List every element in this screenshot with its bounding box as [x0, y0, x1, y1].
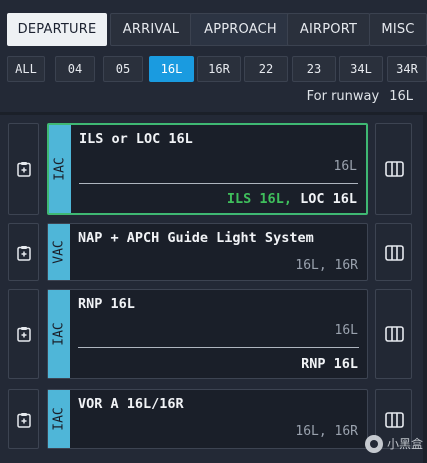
- procedure-card[interactable]: IAC VOR A 16L/16R 16L, 16R: [47, 389, 368, 449]
- clipboard-button[interactable]: [8, 389, 39, 449]
- divider: [0, 112, 427, 115]
- runway-chip-05[interactable]: 05: [103, 56, 143, 82]
- clipboard-icon: [17, 413, 31, 428]
- watermark-logo-icon: [364, 435, 383, 453]
- divider: [79, 183, 358, 184]
- chart-type-band: IAC: [48, 390, 70, 448]
- runway-chip-34l[interactable]: 34L: [339, 56, 383, 82]
- clipboard-button[interactable]: [8, 289, 39, 379]
- procedure-loc: LOC 16L: [300, 191, 357, 207]
- scrollbar[interactable]: [423, 115, 427, 463]
- clipboard-icon: [17, 162, 31, 177]
- for-runway-label: For runway: [306, 89, 380, 104]
- watermark: 小黑盒: [364, 435, 423, 453]
- category-tabs: DEPARTURE ARRIVAL APPROACH AIRPORT MISC: [7, 13, 427, 46]
- runway-chip-04[interactable]: 04: [55, 56, 95, 82]
- clipboard-button[interactable]: [8, 123, 39, 215]
- runway-chip-16l[interactable]: 16L: [149, 56, 194, 82]
- procedure-runways: 16L, 16R: [295, 258, 358, 273]
- divider: [78, 347, 359, 348]
- chart-type-band: IAC: [49, 125, 71, 213]
- procedure-runways: 16L: [334, 323, 358, 338]
- watermark-text: 小黑盒: [386, 436, 423, 451]
- clipboard-button[interactable]: [8, 223, 39, 281]
- chart-type-band: IAC: [48, 290, 70, 378]
- procedure-title: RNP 16L: [78, 296, 135, 312]
- procedure-ils: ILS 16L,: [226, 191, 292, 207]
- book-icon: [385, 326, 404, 342]
- open-chart-button[interactable]: [375, 223, 412, 281]
- procedure-title: VOR A 16L/16R: [78, 396, 184, 412]
- procedure-card[interactable]: IAC RNP 16L 16L RNP 16L: [47, 289, 368, 379]
- procedure-runways: 16L: [333, 159, 357, 174]
- procedure-rnp: RNP 16L: [301, 356, 358, 372]
- runway-chip-23[interactable]: 23: [292, 56, 336, 82]
- book-icon: [385, 161, 404, 177]
- tab-misc[interactable]: MISC: [369, 13, 427, 46]
- procedure-runways: 16L, 16R: [295, 424, 358, 439]
- procedure-title: ILS or LOC 16L: [79, 131, 193, 147]
- clipboard-icon: [17, 246, 31, 261]
- for-runway-value: 16L: [389, 89, 413, 104]
- runway-chip-34r[interactable]: 34R: [387, 56, 427, 82]
- procedure-card[interactable]: IAC ILS or LOC 16L 16L ILS 16L, LOC 16L: [47, 123, 368, 215]
- runway-chip-all[interactable]: ALL: [7, 56, 45, 82]
- tab-departure[interactable]: DEPARTURE: [7, 13, 107, 46]
- tab-airport[interactable]: AIRPORT: [287, 13, 370, 46]
- runway-chip-22[interactable]: 22: [244, 56, 288, 82]
- runway-filter: ALL 04 05 16L 16R 22 23 34L 34R: [7, 56, 427, 82]
- book-icon: [385, 245, 404, 261]
- clipboard-icon: [17, 327, 31, 342]
- tab-approach[interactable]: APPROACH: [190, 13, 291, 46]
- chart-type-band: VAC: [48, 224, 70, 280]
- runway-chip-16r[interactable]: 16R: [197, 56, 241, 82]
- open-chart-button[interactable]: [375, 123, 412, 215]
- runway-filter-summary: For runway 16L: [307, 89, 413, 104]
- procedure-card[interactable]: VAC NAP + APCH Guide Light System 16L, 1…: [47, 223, 368, 281]
- procedure-title: NAP + APCH Guide Light System: [78, 230, 314, 246]
- open-chart-button[interactable]: [375, 289, 412, 379]
- procedure-list: ILS 16L, LOC 16L: [227, 191, 357, 207]
- book-icon: [385, 412, 404, 428]
- tab-arrival[interactable]: ARRIVAL: [110, 13, 192, 46]
